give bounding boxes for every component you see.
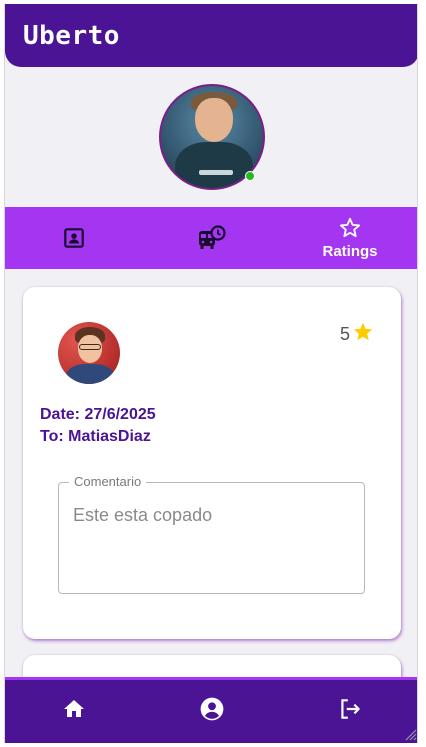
account-circle-icon bbox=[199, 696, 225, 727]
nav-logout-button[interactable] bbox=[281, 680, 417, 743]
reviewer-avatar[interactable] bbox=[58, 322, 120, 384]
star-outline-icon bbox=[339, 217, 361, 239]
logout-icon bbox=[337, 696, 363, 727]
avatar-shirt-logo bbox=[199, 170, 233, 175]
app-title: Uberto bbox=[23, 21, 120, 51]
star-icon bbox=[352, 321, 374, 348]
resize-grip-icon[interactable] bbox=[403, 727, 417, 741]
review-recipient: To: MatiasDiaz bbox=[40, 428, 151, 445]
review-rating: 5 bbox=[340, 321, 374, 348]
rating-value: 5 bbox=[339, 324, 350, 344]
profile-tabs: Ratings bbox=[5, 207, 417, 269]
nav-profile-button[interactable] bbox=[143, 680, 281, 743]
review-card: 5 Date: 27/6/2025 To: MatiasDiaz Comenta… bbox=[23, 287, 401, 639]
reviewer-avatar-shirt bbox=[66, 364, 114, 384]
tab-ratings-label: Ratings bbox=[322, 242, 378, 260]
reviewer-avatar-glasses bbox=[79, 344, 101, 350]
bus-schedule-icon bbox=[198, 225, 226, 251]
bottom-navigation bbox=[5, 677, 417, 743]
review-meta: Date: 27/6/2025 To: MatiasDiaz bbox=[40, 404, 156, 448]
avatar-shirt bbox=[175, 142, 253, 188]
comment-field-value: Este esta copado bbox=[73, 505, 213, 525]
comment-field[interactable]: Comentario Este esta copado bbox=[58, 474, 365, 594]
app-frame: Uberto Ratings 5 Date: 27/6/2025 To: Mat… bbox=[4, 4, 418, 743]
contact-card-icon bbox=[63, 227, 85, 249]
tab-ratings[interactable]: Ratings bbox=[281, 207, 417, 269]
app-header: Uberto bbox=[5, 4, 417, 67]
tab-trips[interactable] bbox=[143, 207, 281, 269]
online-status-indicator bbox=[245, 171, 255, 181]
home-icon bbox=[62, 697, 86, 726]
tab-profile-info[interactable] bbox=[5, 207, 143, 269]
review-date: Date: 27/6/2025 bbox=[40, 406, 156, 423]
avatar-face bbox=[195, 98, 233, 142]
comment-field-label: Comentario bbox=[69, 474, 147, 489]
nav-home-button[interactable] bbox=[5, 680, 143, 743]
